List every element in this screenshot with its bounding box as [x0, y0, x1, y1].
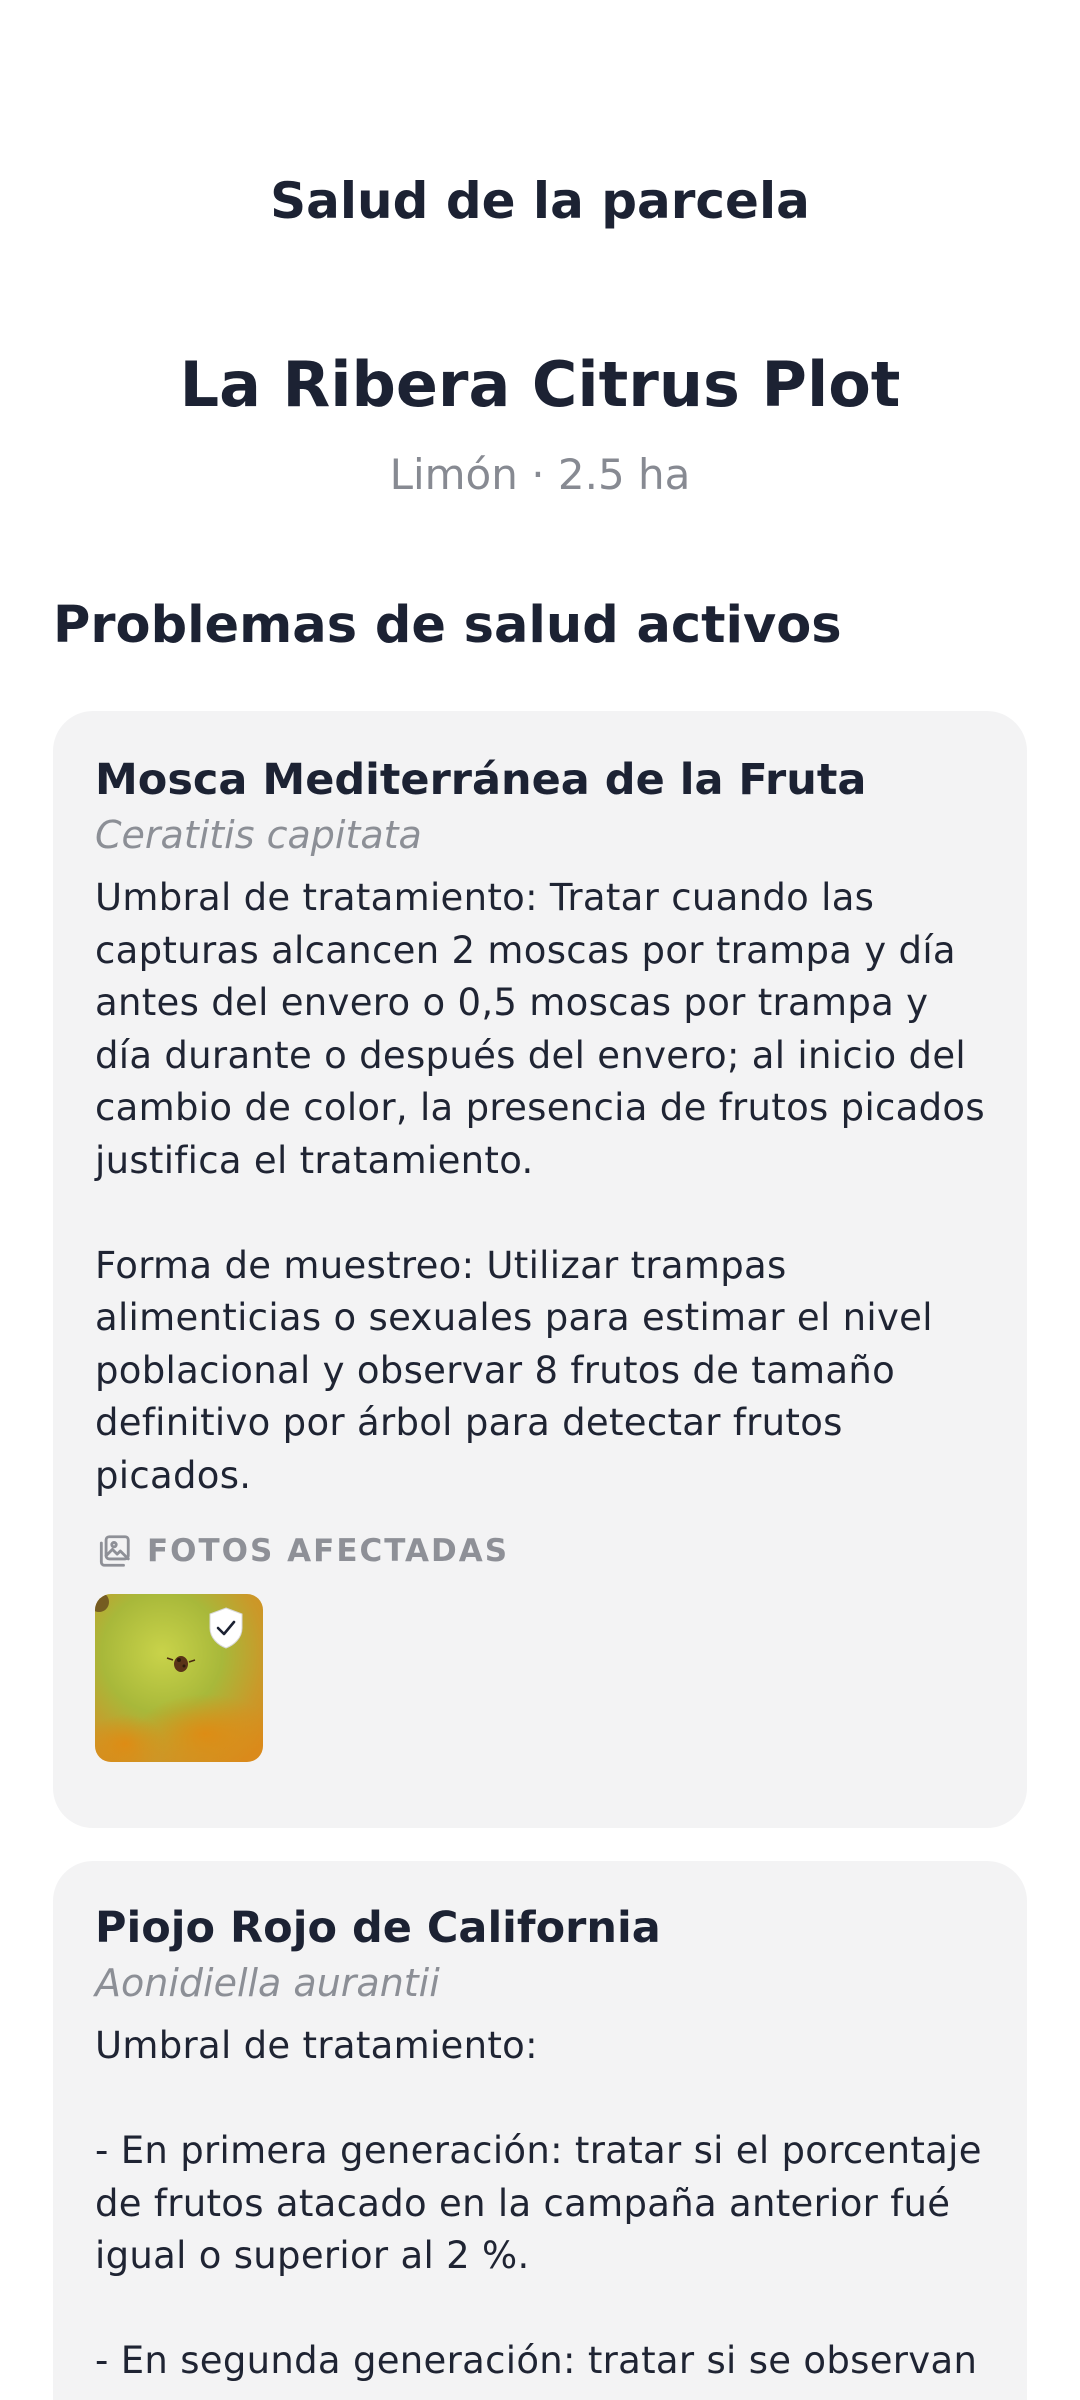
issue-description: Umbral de tratamiento: - En primera gene… [95, 2024, 982, 2383]
affected-photos-header: FOTOS AFECTADAS [95, 1532, 985, 1570]
plot-meta: Limón · 2.5 ha [389, 450, 691, 499]
issue-scientific-name: Ceratitis capitata [95, 812, 422, 857]
issue-title: Mosca Mediterránea de la Fruta [95, 755, 867, 805]
section-title-active-issues: Problemas de salud activos [53, 596, 842, 655]
plot-health-screen: Salud de la parcela La Ribera Citrus Plo… [0, 0, 1080, 2400]
photos-icon [99, 1535, 130, 1567]
issue-card[interactable]: Piojo Rojo de California Aonidiella aura… [53, 1861, 1027, 2400]
affected-photo-thumbnail[interactable] [95, 1594, 263, 1763]
issue-scientific-name: Aonidiella aurantii [95, 1960, 440, 2005]
issue-title: Piojo Rojo de California [95, 1903, 661, 1953]
screen-title: Salud de la parcela [270, 172, 810, 230]
issue-card[interactable]: Mosca Mediterránea de la Fruta Ceratitis… [53, 711, 1027, 1828]
plot-name: La Ribera Citrus Plot [179, 348, 901, 421]
issue-description: Umbral de tratamiento: Tratar cuando las… [95, 876, 985, 1497]
affected-photos-label: FOTOS AFECTADAS [147, 1533, 510, 1570]
verified-badge-icon [209, 1607, 243, 1649]
